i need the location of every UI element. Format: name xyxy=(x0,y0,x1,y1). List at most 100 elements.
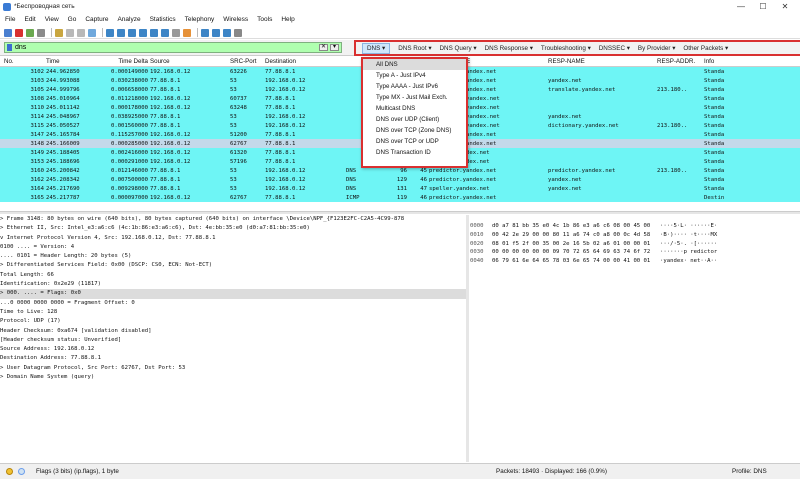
save-file-icon[interactable] xyxy=(66,28,74,37)
open-file-icon[interactable] xyxy=(55,28,63,37)
zoom-in-icon[interactable] xyxy=(201,28,209,37)
dns-toolbar-button[interactable]: DNS Response ▾ xyxy=(485,45,533,52)
detail-tree-item[interactable]: [Header checksum status: Unverified] xyxy=(0,336,466,345)
detail-tree-item[interactable]: Destination Address: 77.88.8.1 xyxy=(0,354,466,363)
packet-row[interactable]: 3162 245.208342 0.007500000 77.88.8.1 53 192.… xyxy=(0,175,800,184)
dns-toolbar-button[interactable]: DNS Root ▾ xyxy=(398,45,431,52)
dns-menu-item[interactable]: DNS Transaction ID xyxy=(363,147,466,158)
colorize-icon[interactable] xyxy=(183,28,191,37)
detail-tree-item[interactable]: 0100 .... = Version: 4 xyxy=(0,243,466,252)
pane-splitter[interactable] xyxy=(0,211,800,214)
column-header[interactable]: Destination xyxy=(265,58,346,65)
hex-bytes[interactable]: 00 00 00 00 00 00 09 70 72 65 64 69 63 7… xyxy=(492,248,660,257)
detail-tree-item[interactable]: Total Length: 66 xyxy=(0,271,466,280)
menu-item[interactable]: Tools xyxy=(257,16,272,23)
dns-toolbar-button[interactable]: By Provider ▾ xyxy=(638,45,675,52)
bookmark-icon[interactable] xyxy=(7,44,12,51)
autoscroll-icon[interactable] xyxy=(172,28,180,37)
menu-item[interactable]: File xyxy=(5,16,15,23)
close-button[interactable]: ✕ xyxy=(774,0,796,13)
hex-ascii[interactable]: ·······p redictor xyxy=(660,248,720,257)
dns-menu-item[interactable]: Type A - Just IPv4 xyxy=(363,70,466,81)
menu-item[interactable]: Analyze xyxy=(117,16,140,23)
clear-filter-icon[interactable]: ✕ xyxy=(319,44,328,51)
dns-toolbar-button[interactable]: DNS ▾ xyxy=(362,42,391,54)
hex-ascii[interactable]: ·yandex· net··A·· xyxy=(660,257,720,266)
hex-ascii[interactable]: ·B·)···· ·t····MX xyxy=(660,231,720,240)
minimize-button[interactable]: — xyxy=(730,0,752,13)
detail-tree-item[interactable]: > Ethernet II, Src: Intel_e3:a6:c6 (4c:1… xyxy=(0,224,466,233)
first-packet-icon[interactable] xyxy=(150,28,158,37)
detail-tree-item[interactable]: Source Address: 192.168.0.12 xyxy=(0,345,466,354)
dns-toolbar-button[interactable]: Troubleshooting ▾ xyxy=(541,45,591,52)
detail-tree-item[interactable]: Protocol: UDP (17) xyxy=(0,317,466,326)
dns-menu-item[interactable]: Type MX - Just Mail Exch. xyxy=(363,92,466,103)
column-header[interactable]: No. xyxy=(0,58,46,65)
resize-columns-icon[interactable] xyxy=(234,28,242,37)
packet-row[interactable]: 3164 245.217690 0.009298000 77.88.8.1 53 192.… xyxy=(0,184,800,193)
go-to-packet-icon[interactable] xyxy=(139,28,147,37)
menu-item[interactable]: Edit xyxy=(24,16,35,23)
column-header[interactable]: SRC-Port xyxy=(230,58,265,65)
menu-item[interactable]: Wireless xyxy=(223,16,248,23)
status-profile[interactable]: Profile: DNS xyxy=(732,468,767,475)
packet-details-pane[interactable]: > Frame 3148: 80 bytes on wire (640 bits… xyxy=(0,215,466,462)
display-filter-box[interactable]: ✕ ▾ xyxy=(4,42,342,53)
expert-info-icon[interactable] xyxy=(6,468,13,475)
detail-tree-item[interactable]: v Internet Protocol Version 4, Src: 192.… xyxy=(0,234,466,243)
dns-menu-item[interactable]: DNS over TCP or UDP xyxy=(363,136,466,147)
detail-tree-item[interactable]: ...0 0000 0000 0000 = Fragment Offset: 0 xyxy=(0,299,466,308)
detail-tree-item[interactable]: > Domain Name System (query) xyxy=(0,373,466,382)
vertical-splitter[interactable] xyxy=(466,215,469,462)
menu-item[interactable]: View xyxy=(45,16,59,23)
menu-item[interactable]: Statistics xyxy=(150,16,176,23)
dns-menu-item[interactable]: Type AAAA - Just IPv6 xyxy=(363,81,466,92)
hex-ascii[interactable]: ····5·L· ······E· xyxy=(660,222,720,231)
packet-bytes-pane[interactable]: 0000 d0 a7 81 bb 35 e0 4c 1b 86 e3 a6 c6 … xyxy=(470,222,800,266)
detail-tree-item[interactable]: Header Checksum: 0xa674 [validation disa… xyxy=(0,327,466,336)
column-header[interactable]: RESP-NAME xyxy=(548,58,657,65)
menu-item[interactable]: Telephony xyxy=(185,16,215,23)
zoom-out-icon[interactable] xyxy=(212,28,220,37)
dns-toolbar-button[interactable]: Other Packets ▾ xyxy=(683,45,728,52)
dns-toolbar-button[interactable]: DNSSEC ▾ xyxy=(599,45,630,52)
capture-comment-icon[interactable] xyxy=(18,468,25,475)
detail-tree-item[interactable]: > User Datagram Protocol, Src Port: 6276… xyxy=(0,364,466,373)
reload-icon[interactable] xyxy=(88,28,96,37)
detail-tree-item[interactable]: > Differentiated Services Field: 0x00 (D… xyxy=(0,261,466,270)
column-header[interactable]: Time Delta xyxy=(98,58,150,65)
go-forward-icon[interactable] xyxy=(128,28,136,37)
menu-item[interactable]: Help xyxy=(281,16,294,23)
menu-item[interactable]: Go xyxy=(68,16,77,23)
stop-capture-icon[interactable] xyxy=(15,28,23,37)
hex-bytes[interactable]: d0 a7 81 bb 35 e0 4c 1b 86 e3 a6 c6 08 0… xyxy=(492,222,660,231)
go-back-icon[interactable] xyxy=(117,28,125,37)
column-header[interactable]: RESP-ADDR. xyxy=(657,58,704,65)
detail-tree-item[interactable]: .... 0101 = Header Length: 20 bytes (5) xyxy=(0,252,466,261)
restart-capture-icon[interactable] xyxy=(26,28,34,37)
shark-fin-start-icon[interactable] xyxy=(4,28,12,37)
detail-tree-item[interactable]: Time to Live: 128 xyxy=(0,308,466,317)
maximize-button[interactable]: ☐ xyxy=(752,0,774,13)
last-packet-icon[interactable] xyxy=(161,28,169,37)
filter-history-icon[interactable]: ▾ xyxy=(330,44,339,51)
hex-bytes[interactable]: 00 42 2e 29 00 00 80 11 a6 74 c0 a8 00 0… xyxy=(492,231,660,240)
detail-tree-item[interactable]: > 000. .... = Flags: 0x0 xyxy=(0,289,466,299)
dns-menu-item[interactable]: Multicast DNS xyxy=(363,103,466,114)
hex-bytes[interactable]: 08 01 f5 2f 00 35 00 2e 16 5b 02 a6 01 0… xyxy=(492,240,660,249)
close-file-icon[interactable] xyxy=(77,28,85,37)
hex-ascii[interactable]: ···/·5·. ·[······ xyxy=(660,240,720,249)
column-header[interactable]: Time xyxy=(46,58,98,65)
dns-toolbar-button[interactable]: DNS Query ▾ xyxy=(439,45,476,52)
capture-options-icon[interactable] xyxy=(37,28,45,37)
display-filter-input[interactable] xyxy=(15,44,315,51)
dns-menu-item[interactable]: All DNS xyxy=(363,59,466,70)
packet-row[interactable]: 3165 245.217787 0.000097000 192.168.0.12 627… xyxy=(0,193,800,202)
hex-bytes[interactable]: 06 79 61 6e 64 65 78 03 6e 65 74 00 00 4… xyxy=(492,257,660,266)
column-header[interactable]: Source xyxy=(150,58,230,65)
dns-menu-item[interactable]: DNS over TCP (Zone DNS) xyxy=(363,125,466,136)
dns-menu-item[interactable]: DNS over UDP (Client) xyxy=(363,114,466,125)
find-packet-icon[interactable] xyxy=(106,28,114,37)
menu-item[interactable]: Capture xyxy=(85,16,108,23)
detail-tree-item[interactable]: > Frame 3148: 80 bytes on wire (640 bits… xyxy=(0,215,466,224)
